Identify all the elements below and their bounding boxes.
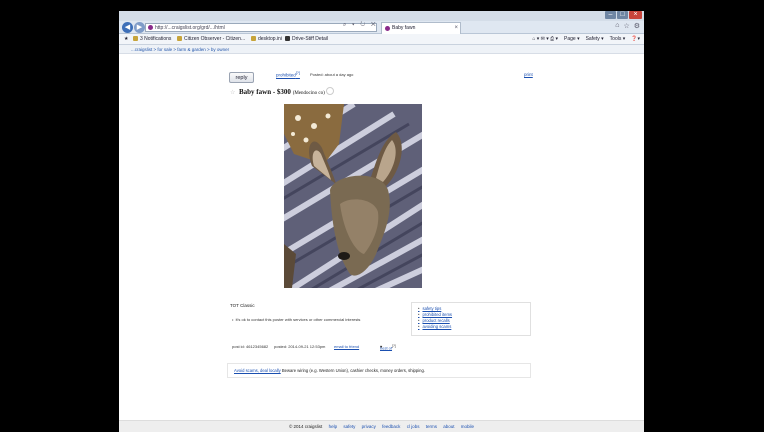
gear-icon[interactable]: ⚙: [634, 22, 640, 30]
favorite-item-notifications[interactable]: 3 Notifications: [133, 34, 171, 44]
command-bar-icons[interactable]: ⌂ ▾ ✉ ▾ ⎙ ▾: [532, 34, 558, 44]
home-icon[interactable]: ⌂: [615, 22, 619, 30]
favorites-star-icon[interactable]: ☆: [623, 22, 629, 30]
post-body: TOT Classic: [230, 303, 255, 308]
toolbar-icons: ⌂ ☆ ⚙: [615, 22, 640, 30]
page-menu[interactable]: Page ▾: [564, 34, 580, 44]
window-controls: – □ ×: [605, 11, 642, 19]
footer-link-safety[interactable]: safety: [343, 424, 355, 429]
post-location: (Mendocino co): [292, 91, 325, 96]
favorites-star-icon[interactable]: ★: [124, 34, 128, 44]
safety-notice: Avoid scams, deal locally Beware wiring …: [227, 363, 531, 378]
bookmark-icon: [251, 36, 256, 41]
map-icon[interactable]: [326, 87, 334, 95]
print-link[interactable]: print: [524, 72, 533, 77]
minimize-button[interactable]: –: [605, 11, 616, 19]
favorite-item-desktop-ini[interactable]: desktop.ini: [251, 34, 282, 44]
page-content: reply prohibited[?] Posted: about a day …: [119, 54, 644, 420]
safety-notice-text: Beware wiring (e.g. Western Union), cash…: [281, 368, 425, 373]
reply-button[interactable]: reply: [229, 72, 254, 83]
browser-window: – □ × ◀ ▶ http://...craigslist.org/grd/.…: [119, 11, 644, 432]
command-bar: ⌂ ▾ ✉ ▾ ⎙ ▾ Page ▾ Safety ▾ Tools ▾ ❓▾: [532, 34, 640, 44]
site-favicon-icon: [148, 25, 153, 30]
footer-link-feedback[interactable]: feedback: [382, 424, 400, 429]
footer-link-mobile[interactable]: mobile: [461, 424, 474, 429]
safety-menu[interactable]: Safety ▾: [586, 34, 604, 44]
post-id: post id: 4612345682: [232, 344, 269, 349]
bookmark-icon: [133, 36, 138, 41]
favorite-item-drive-stiff[interactable]: Drive-Stiff Detail: [285, 34, 328, 44]
bookmark-icon: [285, 36, 290, 41]
tab-title: Baby fawn: [392, 25, 416, 31]
footer-link-help[interactable]: help: [329, 424, 338, 429]
best-of-link[interactable]: ♥ best of[?]: [380, 344, 396, 350]
maximize-button[interactable]: □: [617, 11, 628, 19]
footer-link-about[interactable]: about: [443, 424, 454, 429]
avoid-scams-link[interactable]: Avoid scams, deal locally: [234, 368, 281, 373]
page-title: Baby fawn - $300 (Mendocino co): [239, 88, 325, 96]
address-bar-icons[interactable]: ⌕ ▾ ↻ ✕: [343, 22, 378, 29]
email-to-friend-link[interactable]: email to friend: [334, 344, 359, 349]
close-button[interactable]: ×: [629, 11, 642, 19]
help-menu[interactable]: ❓▾: [631, 34, 640, 44]
safety-links-box: safety tips prohibited items product rec…: [411, 302, 531, 336]
tab-close-icon[interactable]: ×: [454, 23, 458, 34]
prohibited-link[interactable]: prohibited[?]: [276, 71, 300, 78]
fawn-photo-illustration: [284, 104, 422, 288]
post-photo[interactable]: [284, 104, 422, 288]
title-bar: – □ ×: [119, 11, 644, 21]
tools-menu[interactable]: Tools ▾: [610, 34, 626, 44]
footer-link-privacy[interactable]: privacy: [362, 424, 376, 429]
footer-link-terms[interactable]: terms: [426, 424, 437, 429]
favorites-bar: ★ 3 Notifications Citizen Observer - Cit…: [119, 34, 644, 45]
footer: © 2014 craigslist help safety privacy fe…: [119, 420, 644, 432]
copyright: © 2014 craigslist: [288, 424, 323, 429]
favorite-star-icon[interactable]: ☆: [230, 89, 235, 96]
footer-link-cl-jobs[interactable]: cl jobs: [407, 424, 420, 429]
back-button[interactable]: ◀: [122, 22, 133, 33]
breadcrumb[interactable]: ...craigslist > for sale > farm & garden…: [119, 45, 644, 54]
address-url: http://...craigslist.org/grd/.../html: [155, 25, 225, 31]
tab-baby-fawn[interactable]: Baby fawn ×: [381, 22, 461, 34]
post-notice: • it's ok to contact this poster with se…: [232, 317, 361, 322]
post-title: Baby fawn - $300: [239, 88, 291, 96]
posted-time: Posted: about a day ago: [310, 72, 354, 77]
tab-favicon-icon: [385, 26, 390, 31]
forward-button[interactable]: ▶: [134, 22, 145, 33]
bookmark-icon: [177, 36, 182, 41]
avoiding-scams-link[interactable]: avoiding scams: [418, 324, 530, 330]
address-row: ◀ ▶ http://...craigslist.org/grd/.../htm…: [119, 21, 644, 34]
favorite-item-citizen-observer[interactable]: Citizen Observer - Citizen...: [177, 34, 245, 44]
posted-date: posted: 2014-09-21 12:53pm: [274, 344, 326, 349]
